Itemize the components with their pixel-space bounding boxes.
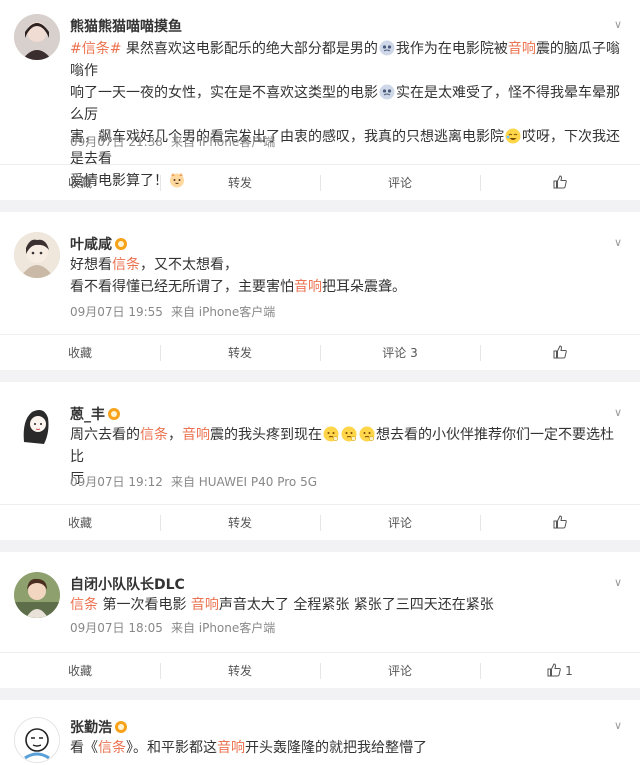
post-card: 叶咸咸 ∨ 好想看信条，又不太想看， 看不看得懂已经无所谓了，主要害怕音响把耳朵震… xyxy=(0,212,640,370)
like-button[interactable] xyxy=(480,165,640,200)
keyword-link[interactable]: 音响 xyxy=(182,427,210,443)
chevron-down-icon[interactable]: ∨ xyxy=(614,406,622,419)
post-text: 信条 第一次看电影 音响声音太大了 全程紧张 紧张了三四天还在紧张 xyxy=(70,597,494,613)
action-bar: 收藏 转发 评论 xyxy=(0,504,640,540)
vip-badge-icon xyxy=(115,721,127,733)
thumbs-up-icon xyxy=(553,345,567,360)
comment-button[interactable]: 评论 3 xyxy=(320,335,480,370)
repost-button[interactable]: 转发 xyxy=(160,335,320,370)
post-card: 自闭小队队长DLC ∨ 信条 第一次看电影 音响声音太大了 全程紧张 紧张了三四… xyxy=(0,552,640,688)
post-meta: 09月07日 18:05 来自 iPhone客户端 xyxy=(70,619,283,636)
chevron-down-icon[interactable]: ∨ xyxy=(614,576,622,589)
post-card: 张勤浩 ∨ 看《信条》。和平影都这音响开头轰隆隆的就把我给整懵了 xyxy=(0,700,640,765)
keyword-link[interactable]: 信条 xyxy=(112,257,140,273)
post-meta: 09月07日 21:38 来自 iPhone客户端 xyxy=(70,133,283,150)
post-time[interactable]: 09月07日 19:12 xyxy=(70,475,163,489)
emoji-icon xyxy=(505,128,521,144)
comment-feed: 熊猫熊猫喵喵摸鱼 ∨ #信条# 果然喜欢这电影配乐的绝大部分都是男的 我作为在电影… xyxy=(0,0,640,765)
emoji-icon xyxy=(323,426,339,442)
keyword-link[interactable]: 音响 xyxy=(294,279,322,295)
username[interactable]: 张勤浩 xyxy=(70,717,127,737)
emoji-icon xyxy=(341,426,357,442)
avatar[interactable] xyxy=(14,717,60,763)
post-source: 来自 iPhone客户端 xyxy=(170,135,276,149)
action-bar: 收藏 转发 评论 xyxy=(0,164,640,200)
post-card: 熊猫熊猫喵喵摸鱼 ∨ #信条# 果然喜欢这电影配乐的绝大部分都是男的 我作为在电影… xyxy=(0,0,640,200)
avatar[interactable] xyxy=(14,402,60,448)
repost-button[interactable]: 转发 xyxy=(160,165,320,200)
action-bar: 收藏 转发 评论 3 xyxy=(0,334,640,370)
post-time[interactable]: 09月07日 18:05 xyxy=(70,621,163,635)
action-bar: 收藏 转发 评论 1 xyxy=(0,652,640,688)
comment-button[interactable]: 评论 xyxy=(320,165,480,200)
username[interactable]: 熊猫熊猫喵喵摸鱼 xyxy=(70,16,182,36)
username[interactable]: 自闭小队队长DLC xyxy=(70,574,185,594)
comment-button[interactable]: 评论 xyxy=(320,653,480,688)
hashtag[interactable]: #信条# xyxy=(70,41,121,57)
thumbs-up-icon xyxy=(553,175,567,190)
chevron-down-icon[interactable]: ∨ xyxy=(614,236,622,249)
post-source: 来自 HUAWEI P40 Pro 5G xyxy=(170,475,318,489)
emoji-icon xyxy=(379,40,395,56)
like-button[interactable] xyxy=(480,335,640,370)
avatar[interactable] xyxy=(14,232,60,278)
favorite-button[interactable]: 收藏 xyxy=(0,653,160,688)
post-text: 看《信条》。和平影都这音响开头轰隆隆的就把我给整懵了 xyxy=(70,740,427,756)
post-text: 好想看信条，又不太想看， 看不看得懂已经无所谓了，主要害怕音响把耳朵震聋。 xyxy=(70,257,406,295)
post-time[interactable]: 09月07日 21:38 xyxy=(70,135,163,149)
chevron-down-icon[interactable]: ∨ xyxy=(614,18,622,31)
like-button[interactable] xyxy=(480,505,640,540)
post-meta: 09月07日 19:12 来自 HUAWEI P40 Pro 5G xyxy=(70,473,325,490)
comment-button[interactable]: 评论 xyxy=(320,505,480,540)
favorite-button[interactable]: 收藏 xyxy=(0,165,160,200)
keyword-link[interactable]: 音响 xyxy=(217,740,245,756)
avatar[interactable] xyxy=(14,14,60,60)
keyword-link[interactable]: 音响 xyxy=(508,41,536,57)
post-meta: 09月07日 19:55 来自 iPhone客户端 xyxy=(70,303,283,320)
thumbs-up-icon xyxy=(547,663,562,678)
vip-badge-icon xyxy=(108,408,120,420)
favorite-button[interactable]: 收藏 xyxy=(0,505,160,540)
like-button[interactable]: 1 xyxy=(480,653,640,688)
post-source: 来自 iPhone客户端 xyxy=(170,621,276,635)
keyword-link[interactable]: 信条 xyxy=(98,740,126,756)
keyword-link[interactable]: 音响 xyxy=(191,597,219,613)
repost-button[interactable]: 转发 xyxy=(160,653,320,688)
post-card: 蒽_丰 ∨ 周六去看的信条，音响震的我头疼到现在 想去看的小伙伴推荐你们一定不要选… xyxy=(0,382,640,540)
avatar[interactable] xyxy=(14,572,60,618)
emoji-icon xyxy=(379,84,395,100)
favorite-button[interactable]: 收藏 xyxy=(0,335,160,370)
post-time[interactable]: 09月07日 19:55 xyxy=(70,305,163,319)
keyword-link[interactable]: 信条 xyxy=(70,597,98,613)
emoji-icon xyxy=(359,426,375,442)
vip-badge-icon xyxy=(115,238,127,250)
repost-button[interactable]: 转发 xyxy=(160,505,320,540)
post-source: 来自 iPhone客户端 xyxy=(170,305,276,319)
thumbs-up-icon xyxy=(553,515,567,530)
keyword-link[interactable]: 信条 xyxy=(140,427,168,443)
username[interactable]: 叶咸咸 xyxy=(70,234,127,254)
chevron-down-icon[interactable]: ∨ xyxy=(614,719,622,732)
username[interactable]: 蒽_丰 xyxy=(70,404,120,424)
